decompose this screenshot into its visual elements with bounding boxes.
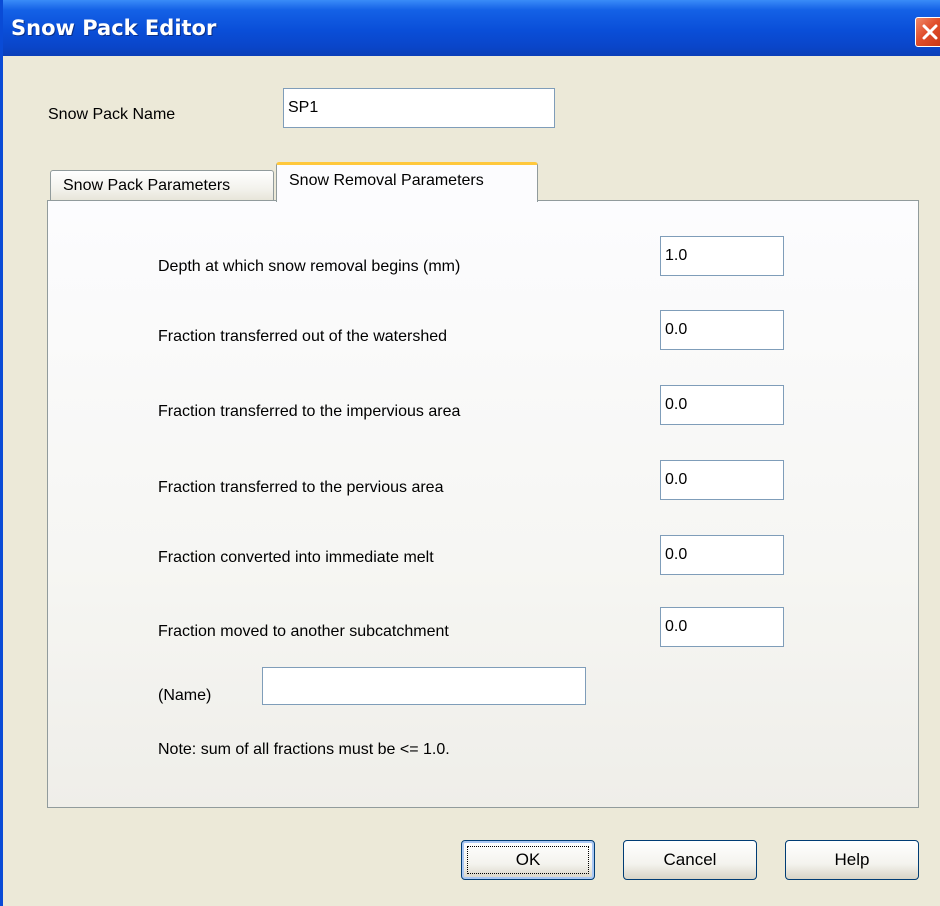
fraction-immediate-melt-label: Fraction converted into immediate melt — [158, 549, 434, 566]
focus-indicator — [467, 846, 589, 874]
removal-depth-label: Depth at which snow removal begins (mm) — [158, 258, 461, 275]
fraction-another-subcatchment-input[interactable] — [660, 607, 784, 647]
tab-snow-pack-parameters[interactable]: Snow Pack Parameters — [50, 170, 274, 201]
snow-removal-parameters-panel: Depth at which snow removal begins (mm) … — [47, 200, 919, 808]
close-button[interactable] — [915, 17, 940, 47]
fractions-note: Note: sum of all fractions must be <= 1.… — [158, 741, 450, 758]
subcatchment-name-label: (Name) — [158, 687, 212, 704]
snow-pack-name-label: Snow Pack Name — [48, 106, 176, 123]
close-icon — [922, 24, 938, 40]
fraction-impervious-input[interactable] — [660, 385, 784, 425]
fraction-out-watershed-input[interactable] — [660, 310, 784, 350]
fraction-pervious-label: Fraction transferred to the pervious are… — [158, 479, 444, 496]
tab-snow-removal-parameters[interactable]: Snow Removal Parameters — [276, 162, 538, 202]
snow-pack-name-input[interactable] — [283, 88, 555, 128]
title-bar: Snow Pack Editor — [3, 0, 940, 56]
removal-depth-input[interactable] — [660, 236, 784, 276]
help-button-label: Help — [834, 850, 870, 869]
snow-pack-editor-dialog: Snow Pack Editor Snow Pack Name Snow Pac… — [0, 0, 940, 906]
cancel-button[interactable]: Cancel — [623, 840, 757, 880]
fraction-pervious-input[interactable] — [660, 460, 784, 500]
help-button[interactable]: Help — [785, 840, 919, 880]
subcatchment-name-input[interactable] — [262, 667, 586, 705]
fraction-impervious-label: Fraction transferred to the impervious a… — [158, 403, 461, 420]
fraction-another-subcatchment-label: Fraction moved to another subcatchment — [158, 623, 449, 640]
fraction-out-watershed-label: Fraction transferred out of the watershe… — [158, 328, 448, 345]
window-title: Snow Pack Editor — [11, 16, 217, 40]
fraction-immediate-melt-input[interactable] — [660, 535, 784, 575]
ok-button[interactable]: OK — [461, 840, 595, 880]
cancel-button-label: Cancel — [663, 850, 717, 869]
